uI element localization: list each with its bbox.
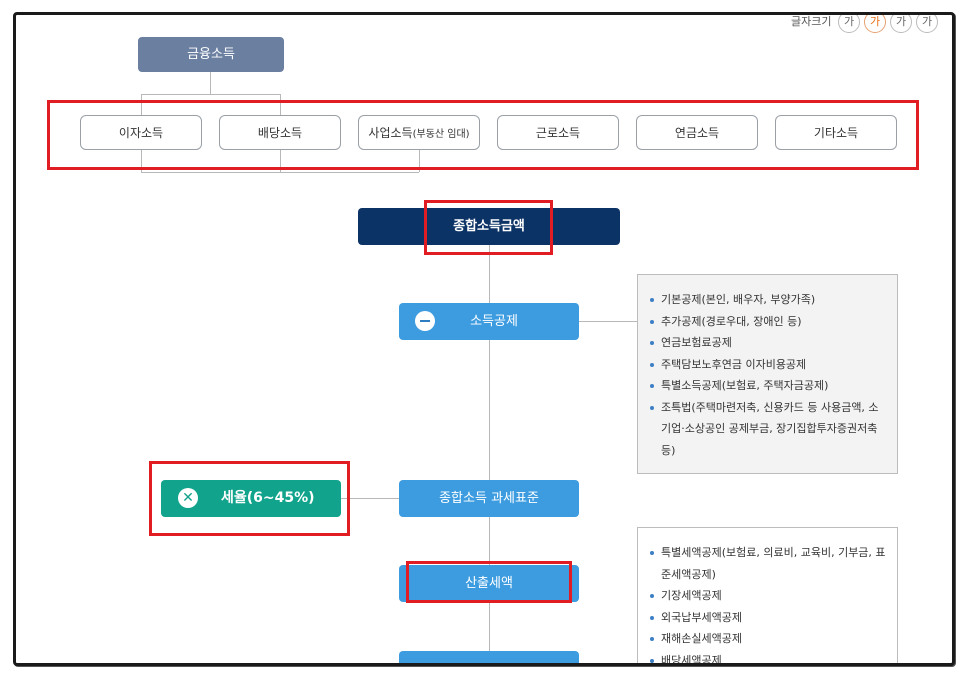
tax-credit-list-box: 특별세액공제(보험료, 의료비, 교육비, 기부금, 표준세액공제) 기장세액공…: [637, 527, 898, 663]
deduction-item: 추가공제(경로우대, 장애인 등): [650, 311, 897, 333]
deduction-list-box: 기본공제(본인, 배우자, 부양가족) 추가공제(경로우대, 장애인 등) 연금…: [637, 274, 898, 474]
content-frame: 글자크기 가 가 가 가 금융소득 이자소득 배당소득 사업소득(부동산 임대)…: [13, 12, 955, 666]
tax-credit-item: 배당세액공제: [650, 650, 897, 663]
income-deduction-label: 소득공제: [470, 314, 518, 329]
deduction-item: 기본공제(본인, 배우자, 부양가족): [650, 289, 897, 311]
highlight-box-tax-rate: [149, 461, 350, 536]
font-size-label: 글자크기: [791, 15, 832, 28]
connector-line: [141, 94, 280, 95]
connector-line: [141, 172, 419, 173]
connector-line: [210, 72, 211, 94]
tax-credit-item: 특별세액공제(보험료, 의료비, 교육비, 기부금, 표준세액공제): [650, 542, 897, 585]
highlight-box-categories: [47, 100, 919, 170]
font-size-button-4[interactable]: 가: [916, 15, 938, 33]
font-size-button-1[interactable]: 가: [838, 15, 860, 33]
tax-base-box: 종합소득 과세표준: [399, 480, 579, 517]
connector-line: [579, 321, 637, 322]
financial-income-box: 금융소득: [138, 37, 284, 72]
income-deduction-box: 소득공제: [399, 303, 579, 340]
tax-credit-item: 외국납부세액공제: [650, 607, 897, 629]
highlight-box-calculated-tax: [406, 561, 572, 603]
font-size-button-3[interactable]: 가: [890, 15, 912, 33]
minus-circle-icon: [415, 311, 435, 331]
tax-credit-item: 재해손실세액공제: [650, 628, 897, 650]
highlight-box-total-income: [424, 200, 553, 255]
deduction-item: 조특법(주택마련저축, 신용카드 등 사용금액, 소기업·소상공인 공제부금, …: [650, 397, 897, 462]
deduction-item: 특별소득공제(보험료, 주택자금공제): [650, 375, 897, 397]
deduction-item: 주택담보노후연금 이자비용공제: [650, 354, 897, 376]
deduction-item: 연금보험료공제: [650, 332, 897, 354]
tax-credit-item: 기장세액공제: [650, 585, 897, 607]
next-step-box: [399, 651, 579, 663]
font-size-button-2[interactable]: 가: [864, 15, 886, 33]
minus-bar: [420, 320, 430, 322]
